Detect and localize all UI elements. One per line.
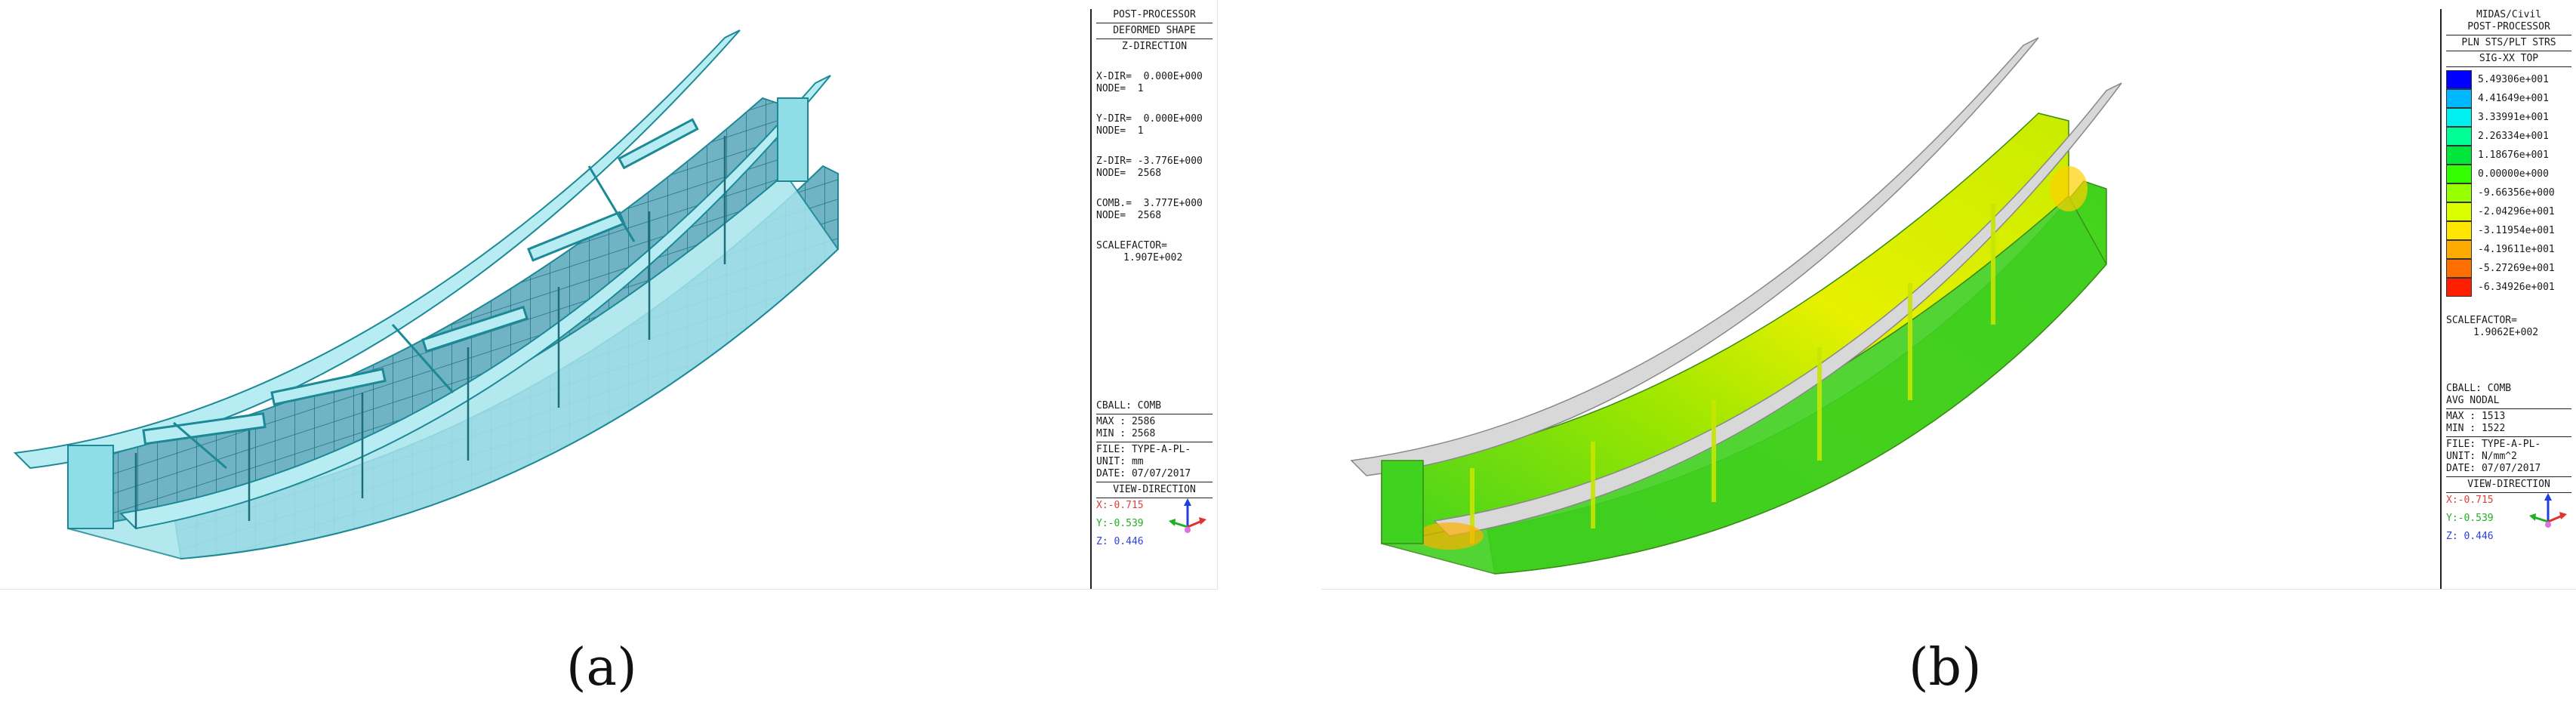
legend-value: -2.04296e+001 <box>2478 206 2555 217</box>
min-value: MIN : 1522 <box>2446 423 2506 434</box>
caption-a: (a) <box>566 638 637 698</box>
end-plate <box>777 97 809 182</box>
end-diaphragm <box>67 445 114 529</box>
legend-swatch <box>2446 146 2472 165</box>
legend-swatch <box>2446 202 2472 221</box>
legend-value: 4.41649e+001 <box>2478 93 2549 104</box>
x-dir-value: X-DIR= 0.000E+000 <box>1096 71 1203 82</box>
legend-swatch <box>2446 108 2472 127</box>
stress-legend: 5.49306e+001 4.41649e+001 3.33991e+001 2.26… <box>2446 70 2571 297</box>
cball-label: CBALL: COMB <box>1096 400 1162 411</box>
stress-contour-model <box>1350 37 2122 575</box>
legend-row: -4.19611e+001 <box>2446 240 2571 259</box>
stress-hotspot <box>1416 522 1484 550</box>
end-diaphragm <box>1381 460 1424 544</box>
cball-label: CBALL: COMB <box>2446 383 2512 394</box>
deformed-shape-model <box>13 29 840 560</box>
scalefactor-label: SCALEFACTOR= <box>2446 315 2517 326</box>
info-panel-b: MIDAS/Civil POST-PROCESSOR PLN STS/PLT S… <box>2440 9 2576 589</box>
legend-row: -9.66356e+000 <box>2446 183 2571 202</box>
legend-row: -6.34926e+001 <box>2446 278 2571 297</box>
min-value: MIN : 2568 <box>1096 428 1156 439</box>
legend-value: 1.18676e+001 <box>2478 149 2549 161</box>
legend-value: -3.11954e+001 <box>2478 225 2555 236</box>
legend-swatch <box>2446 165 2472 183</box>
view-direction-label: VIEW-DIRECTION <box>1113 484 1196 495</box>
comb-node-value: NODE= 2568 <box>1096 210 1162 221</box>
info-subtitle: DEFORMED SHAPE <box>1113 25 1196 36</box>
legend-row: 3.33991e+001 <box>2446 108 2571 127</box>
legend-swatch <box>2446 221 2472 240</box>
file-label: FILE: TYPE-A-PL- <box>1096 444 1191 455</box>
legend-row: -5.27269e+001 <box>2446 259 2571 278</box>
legend-swatch <box>2446 127 2472 146</box>
legend-value: 5.49306e+001 <box>2478 74 2549 85</box>
max-value: MAX : 1513 <box>2446 411 2506 422</box>
axis-triad-icon <box>1169 498 1206 533</box>
info-title: POST-PROCESSOR <box>1113 9 1196 20</box>
view-axis-block: X:-0.715 Y:-0.539 Z: 0.446 <box>1096 498 1213 547</box>
z-dir-value: Z-DIR= -3.776E+000 <box>1096 156 1203 167</box>
info-panel-a: POST-PROCESSOR DEFORMED SHAPE Z-DIRECTIO… <box>1090 9 1217 589</box>
y-dir-value: Y-DIR= 0.000E+000 <box>1096 113 1203 125</box>
legend-value: 3.33991e+001 <box>2478 112 2549 123</box>
legend-value: 0.00000e+000 <box>2478 168 2549 180</box>
stress-hotspot-2 <box>2050 166 2088 211</box>
legend-row: 1.18676e+001 <box>2446 146 2571 165</box>
legend-row: 4.41649e+001 <box>2446 89 2571 108</box>
info-title: POST-PROCESSOR <box>2467 21 2550 32</box>
info-direction: Z-DIRECTION <box>1121 41 1188 52</box>
legend-value: 2.26334e+001 <box>2478 131 2549 142</box>
date-label: DATE: 07/07/2017 <box>2446 463 2541 474</box>
caption-b: (b) <box>1909 638 1982 698</box>
info-subtitle: PLN STS/PLT STRS <box>2461 37 2556 48</box>
axis-triad-icon <box>2529 493 2567 528</box>
app-name: MIDAS/Civil <box>2476 9 2542 20</box>
unit-label: UNIT: mm <box>1096 456 1144 467</box>
legend-value: -6.34926e+001 <box>2478 282 2555 293</box>
view-direction-label: VIEW-DIRECTION <box>2467 479 2550 490</box>
z-node-value: NODE= 2568 <box>1096 168 1162 179</box>
y-node-value: NODE= 1 <box>1096 125 1144 137</box>
view-axis-block: X:-0.715 Y:-0.539 Z: 0.446 <box>2446 493 2571 542</box>
scalefactor-value: 1.9062E+002 <box>2473 327 2539 338</box>
scalefactor-label: SCALEFACTOR= <box>1096 240 1167 251</box>
legend-row: -3.11954e+001 <box>2446 221 2571 240</box>
scalefactor-value: 1.907E+002 <box>1123 252 1183 263</box>
stress-component: SIG-XX TOP <box>2479 53 2539 64</box>
legend-value: -5.27269e+001 <box>2478 263 2555 274</box>
legend-row: -2.04296e+001 <box>2446 202 2571 221</box>
legend-swatch <box>2446 89 2472 108</box>
legend-swatch <box>2446 70 2472 89</box>
max-value: MAX : 2586 <box>1096 416 1156 427</box>
panel-deformed-shape: POST-PROCESSOR DEFORMED SHAPE Z-DIRECTIO… <box>0 0 1218 590</box>
legend-row: 5.49306e+001 <box>2446 70 2571 89</box>
x-node-value: NODE= 1 <box>1096 83 1144 94</box>
legend-row: 2.26334e+001 <box>2446 127 2571 146</box>
avg-label: AVG NODAL <box>2446 395 2500 406</box>
legend-value: -4.19611e+001 <box>2478 244 2555 255</box>
legend-swatch <box>2446 240 2472 259</box>
legend-swatch <box>2446 278 2472 297</box>
legend-row: 0.00000e+000 <box>2446 165 2571 183</box>
file-label: FILE: TYPE-A-PL- <box>2446 439 2541 450</box>
comb-value: COMB.= 3.777E+000 <box>1096 198 1203 209</box>
legend-value: -9.66356e+000 <box>2478 187 2555 199</box>
date-label: DATE: 07/07/2017 <box>1096 468 1191 479</box>
legend-swatch <box>2446 259 2472 278</box>
panel-stress-contour: MIDAS/Civil POST-PROCESSOR PLN STS/PLT S… <box>1321 0 2576 590</box>
unit-label: UNIT: N/mm^2 <box>2446 451 2517 462</box>
legend-swatch <box>2446 183 2472 202</box>
